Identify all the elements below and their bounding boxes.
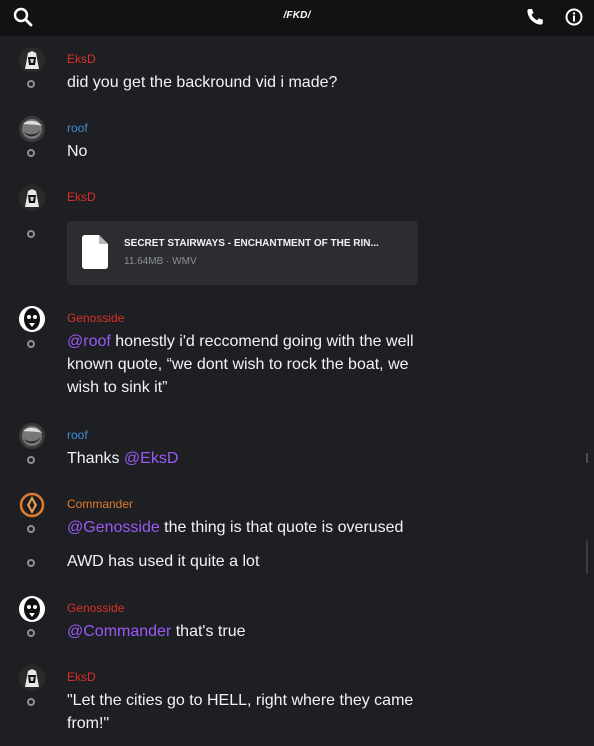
message-content: that's true — [171, 623, 246, 640]
status-indicator — [27, 149, 35, 157]
avatar-roof[interactable] — [19, 423, 45, 449]
scroll-marker[interactable] — [586, 453, 588, 463]
file-attachment[interactable]: SECRET STAIRWAYS - ENCHANTMENT OF THE RI… — [67, 221, 418, 285]
author-name[interactable]: EksD — [67, 670, 96, 684]
phone-icon[interactable] — [524, 6, 546, 28]
avatar-genosside[interactable] — [19, 306, 45, 332]
message-text: @Genosside the thing is that quote is ov… — [67, 516, 547, 539]
message-text: @Commander that's true — [67, 620, 427, 643]
author-name[interactable]: roof — [67, 121, 88, 135]
message-text: Thanks @EksD — [67, 447, 427, 470]
message-text: "Let the cities go to HELL, right where … — [67, 692, 414, 732]
user-mention[interactable]: @Commander — [67, 623, 171, 640]
file-icon — [82, 235, 108, 274]
author-name[interactable]: EksD — [67, 190, 96, 204]
message-content: the thing is that quote is overused — [159, 519, 404, 536]
attachment-meta: 11.64MB · WMV — [124, 256, 197, 267]
avatar-genosside[interactable] — [19, 596, 45, 622]
user-mention[interactable]: @roof — [67, 333, 111, 350]
status-indicator — [27, 230, 35, 238]
avatar-commander[interactable] — [19, 492, 45, 518]
status-indicator — [27, 340, 35, 348]
author-name[interactable]: Genosside — [67, 311, 124, 325]
scrollbar[interactable] — [586, 540, 588, 574]
author-name[interactable]: roof — [67, 428, 88, 442]
message: roof No — [0, 116, 594, 166]
status-indicator — [27, 559, 35, 567]
avatar-roof[interactable] — [19, 116, 45, 142]
channel-title: /FKD/ — [283, 10, 311, 21]
message-text: did you get the backround vid i made? — [67, 74, 338, 91]
status-indicator — [27, 629, 35, 637]
avatar-eksd[interactable] — [19, 665, 45, 691]
message: Genosside @Commander that's true — [0, 596, 594, 646]
message: EksD "Let the cities go to HELL, right w… — [0, 665, 594, 745]
author-name[interactable]: Genosside — [67, 601, 124, 615]
status-indicator — [27, 525, 35, 533]
user-mention[interactable]: @Genosside — [67, 519, 160, 536]
message-text: AWD has used it quite a lot — [67, 553, 260, 570]
message: roof Thanks @EksD — [0, 423, 594, 473]
author-name[interactable]: EksD — [67, 52, 96, 66]
message: EksD did you get the backround vid i mad… — [0, 47, 594, 97]
message-content: Thanks — [67, 450, 124, 467]
attachment-filename: SECRET STAIRWAYS - ENCHANTMENT OF THE RI… — [124, 238, 379, 249]
message-text: No — [67, 143, 88, 160]
message-content: honestly i'd reccomend going with the we… — [67, 333, 414, 396]
status-indicator — [27, 80, 35, 88]
top-bar: /FKD/ — [0, 0, 594, 36]
avatar-eksd[interactable] — [19, 47, 45, 73]
info-icon[interactable] — [563, 6, 585, 28]
author-name[interactable]: Commander — [67, 497, 133, 511]
message: EksD SECRET STAIRWAYS - ENCHANTMENT OF T… — [0, 185, 594, 285]
message: Commander @Genosside the thing is that q… — [0, 492, 594, 572]
status-indicator — [27, 698, 35, 706]
user-mention[interactable]: @EksD — [124, 450, 178, 467]
status-indicator — [27, 456, 35, 464]
avatar-eksd[interactable] — [19, 185, 45, 211]
message: Genosside @roof honestly i'd reccomend g… — [0, 306, 594, 406]
message-text: @roof honestly i'd reccomend going with … — [67, 330, 427, 399]
